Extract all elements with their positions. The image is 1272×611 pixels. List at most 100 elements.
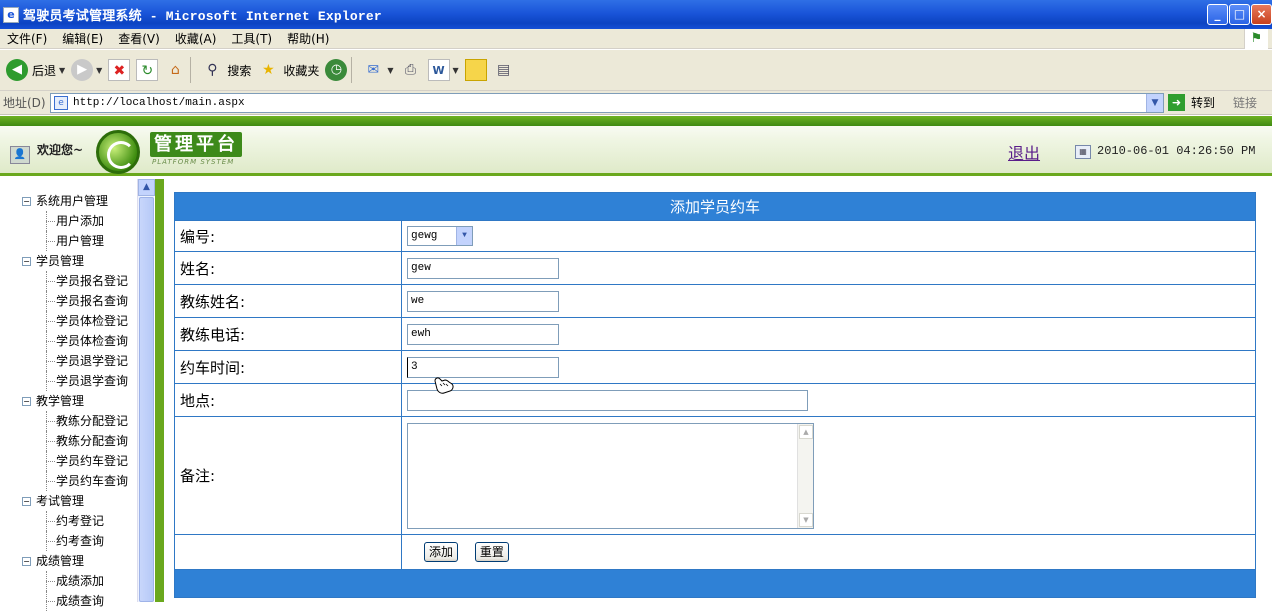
tree-item-signup-register[interactable]: 学员报名登记 bbox=[20, 271, 128, 291]
sidebar-scrollbar[interactable]: ▲ bbox=[137, 179, 155, 602]
go-arrow-icon[interactable]: ➜ bbox=[1168, 94, 1185, 111]
stop-button[interactable]: ✖ bbox=[108, 59, 131, 81]
tree-group-label: 教学管理 bbox=[36, 394, 85, 408]
star-icon: ★ bbox=[262, 62, 275, 78]
address-input[interactable]: e http://localhost/main.aspx ▼ bbox=[50, 93, 1164, 113]
logo-title: 管理平台 bbox=[150, 132, 242, 157]
chevron-down-icon[interactable]: ▼ bbox=[456, 227, 472, 245]
refresh-button[interactable]: ↻ bbox=[136, 59, 159, 81]
remark-scrollbar[interactable]: ▲ ▼ bbox=[797, 423, 813, 528]
close-button[interactable]: × bbox=[1251, 4, 1272, 25]
collapse-icon[interactable]: − bbox=[22, 197, 31, 206]
scroll-up-icon[interactable]: ▲ bbox=[799, 424, 813, 439]
tree-item-physical-query[interactable]: 学员体检查询 bbox=[20, 331, 128, 351]
menu-edit[interactable]: 编辑(E) bbox=[62, 30, 103, 47]
tree-item-car-booking-register[interactable]: 学员约车登记 bbox=[20, 451, 128, 471]
tree-group-label: 考试管理 bbox=[36, 494, 85, 508]
header-green-strip bbox=[0, 116, 1272, 126]
menu-bar: 文件(F) 编辑(E) 查看(V) 收藏(A) 工具(T) 帮助(H) ⚑ bbox=[0, 29, 1272, 49]
menu-favorites[interactable]: 收藏(A) bbox=[175, 30, 217, 47]
tree-item-user-add[interactable]: 用户添加 bbox=[20, 211, 128, 231]
tree-item-signup-query[interactable]: 学员报名查询 bbox=[20, 291, 128, 311]
tree-group-teaching[interactable]: − 教学管理 bbox=[20, 391, 128, 411]
edit-dropdown-icon[interactable]: ▼ bbox=[453, 66, 459, 75]
reset-button[interactable]: 重置 bbox=[474, 542, 509, 562]
tree-item-car-booking-query[interactable]: 学员约车查询 bbox=[20, 471, 128, 491]
edit-button[interactable]: W ▼ bbox=[427, 59, 459, 81]
favorites-button[interactable]: ★ 收藏夹 bbox=[257, 59, 319, 81]
forward-dropdown-icon[interactable]: ▼ bbox=[96, 66, 102, 75]
go-button[interactable]: 转到 bbox=[1191, 94, 1215, 111]
booking-time-input[interactable]: 3 bbox=[407, 356, 559, 378]
mail-dropdown-icon[interactable]: ▼ bbox=[387, 66, 393, 75]
nav-tree: − 系统用户管理 用户添加 用户管理 − 学员管理 学员报名登记 学员报名查询 学员… bbox=[20, 191, 128, 611]
forward-button[interactable]: ▶ ▼ bbox=[71, 59, 102, 81]
tree-item-physical-register[interactable]: 学员体检登记 bbox=[20, 311, 128, 331]
collapse-icon[interactable]: − bbox=[22, 557, 31, 566]
window-title: 驾驶员考试管理系统 - Microsoft Internet Explorer bbox=[23, 9, 382, 24]
window-title-bar: e 驾驶员考试管理系统 - Microsoft Internet Explore… bbox=[0, 0, 1272, 29]
address-bar: 地址(D) e http://localhost/main.aspx ▼ ➜ 转… bbox=[0, 91, 1272, 115]
tree-group-students[interactable]: − 学员管理 bbox=[20, 251, 128, 271]
scroll-thumb[interactable] bbox=[139, 197, 154, 602]
mail-button[interactable]: ✉ ▼ bbox=[362, 59, 393, 81]
tree-group-scores[interactable]: − 成绩管理 bbox=[20, 551, 128, 571]
tree-group-system-users[interactable]: − 系统用户管理 bbox=[20, 191, 128, 211]
research-button[interactable]: ▤ bbox=[493, 59, 515, 81]
links-button[interactable]: 链接 bbox=[1233, 94, 1257, 111]
coach-name-label: 教练姓名: bbox=[174, 284, 402, 318]
scroll-up-icon[interactable]: ▲ bbox=[138, 179, 155, 196]
tree-item-score-query[interactable]: 成绩查询 bbox=[20, 591, 128, 611]
discuss-button[interactable] bbox=[464, 59, 487, 81]
collapse-icon[interactable]: − bbox=[22, 397, 31, 406]
back-button[interactable]: ◀ 后退 ▼ bbox=[6, 59, 65, 81]
tree-item-withdraw-query[interactable]: 学员退学查询 bbox=[20, 371, 128, 391]
home-icon: ⌂ bbox=[170, 62, 180, 78]
id-select[interactable]: gewg ▼ bbox=[407, 226, 473, 246]
add-button[interactable]: 添加 bbox=[424, 542, 459, 562]
tree-group-label: 学员管理 bbox=[36, 254, 85, 268]
tree-item-score-add[interactable]: 成绩添加 bbox=[20, 571, 128, 591]
history-button[interactable]: ◷ bbox=[325, 59, 348, 81]
menu-file[interactable]: 文件(F) bbox=[7, 30, 47, 47]
printer-icon: ⎙ bbox=[404, 62, 417, 78]
remark-textarea[interactable]: ▲ ▼ bbox=[407, 422, 814, 529]
coach-phone-input[interactable]: ewh bbox=[407, 323, 559, 345]
tree-item-withdraw-register[interactable]: 学员退学登记 bbox=[20, 351, 128, 371]
calendar-icon: ▦ bbox=[1075, 145, 1091, 159]
collapse-icon[interactable]: − bbox=[22, 497, 31, 506]
toolbar-separator bbox=[351, 57, 353, 83]
menu-tools[interactable]: 工具(T) bbox=[231, 30, 272, 47]
tree-item-exam-query[interactable]: 约考查询 bbox=[20, 531, 128, 551]
home-button[interactable]: ⌂ bbox=[164, 59, 186, 81]
address-url[interactable]: http://localhost/main.aspx bbox=[73, 97, 245, 109]
logout-link[interactable]: 退出 bbox=[1008, 140, 1040, 164]
forward-arrow-icon: ▶ bbox=[71, 59, 94, 81]
print-button[interactable]: ⎙ bbox=[400, 59, 422, 81]
address-dropdown-icon[interactable]: ▼ bbox=[1146, 94, 1163, 112]
tree-item-coach-assign-register[interactable]: 教练分配登记 bbox=[20, 411, 128, 431]
collapse-icon[interactable]: − bbox=[22, 257, 31, 266]
button-row-label bbox=[174, 534, 402, 570]
menu-view[interactable]: 查看(V) bbox=[118, 30, 160, 47]
welcome-text: 欢迎您~ bbox=[37, 143, 84, 157]
minimize-button[interactable]: _ bbox=[1207, 4, 1228, 25]
id-select-value: gewg bbox=[411, 230, 438, 242]
back-dropdown-icon[interactable]: ▼ bbox=[59, 66, 65, 75]
tree-item-user-manage[interactable]: 用户管理 bbox=[20, 231, 128, 251]
name-input[interactable]: gew bbox=[407, 257, 559, 279]
menu-help[interactable]: 帮助(H) bbox=[287, 30, 329, 47]
place-input[interactable] bbox=[407, 389, 808, 411]
mail-icon: ✉ bbox=[367, 62, 380, 78]
search-button[interactable]: ⚲ 搜索 bbox=[201, 59, 251, 81]
name-label: 姓名: bbox=[174, 251, 402, 285]
tree-group-exams[interactable]: − 考试管理 bbox=[20, 491, 128, 511]
logo-subtitle: PLATFORM SYSTEM bbox=[152, 158, 235, 166]
history-icon: ◷ bbox=[325, 59, 348, 81]
coach-name-input[interactable]: we bbox=[407, 290, 559, 312]
scroll-down-icon[interactable]: ▼ bbox=[799, 512, 813, 527]
tree-item-exam-register[interactable]: 约考登记 bbox=[20, 511, 128, 531]
ie-page-icon: e bbox=[3, 6, 19, 23]
tree-item-coach-assign-query[interactable]: 教练分配查询 bbox=[20, 431, 128, 451]
maximize-button[interactable]: □ bbox=[1229, 4, 1250, 25]
